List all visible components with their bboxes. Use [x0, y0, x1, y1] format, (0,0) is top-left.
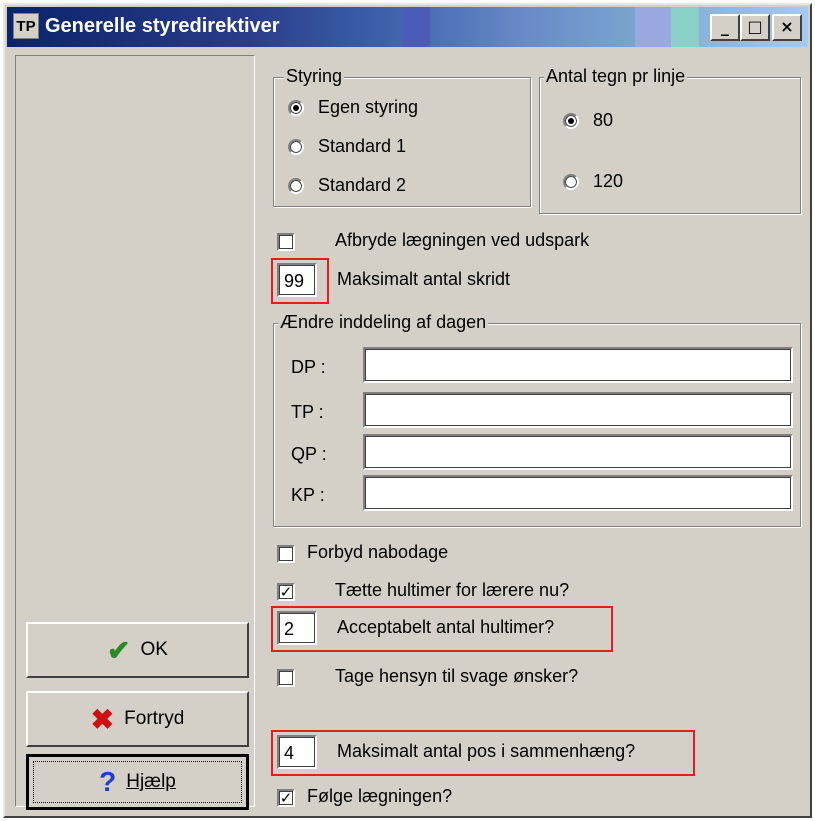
maximize-button[interactable]: □: [740, 14, 770, 41]
radio-label: Standard 1: [318, 136, 407, 156]
inddeling-legend: Ændre inddeling af dagen: [278, 312, 489, 333]
cross-icon: ✖: [90, 703, 115, 735]
app-icon: TP: [13, 13, 39, 39]
radio-icon: [288, 177, 304, 194]
dp-field[interactable]: [363, 347, 793, 383]
qp-field[interactable]: [363, 434, 793, 470]
question-icon: ?: [99, 766, 117, 797]
dialog-window: TP Generelle styredirektiver _ □ × ✔ OK …: [3, 3, 812, 818]
maks-pos-label: Maksimalt antal pos i sammenhæng?: [337, 741, 636, 761]
minimize-button[interactable]: _: [710, 14, 740, 41]
radio-label: Egen styring: [318, 97, 419, 117]
radio-egen-styring[interactable]: Egen styring: [288, 97, 418, 118]
maks-skridt-label: Maksimalt antal skridt: [337, 269, 511, 289]
antal-tegn-legend: Antal tegn pr linje: [544, 66, 688, 87]
window-title: Generelle styredirektiver: [45, 15, 280, 37]
radio-icon: [563, 173, 579, 190]
help-label: Hjælp: [126, 771, 176, 792]
afbryde-checkbox[interactable]: [277, 233, 295, 251]
radio-icon: [288, 99, 304, 116]
cancel-button[interactable]: ✖ Fortryd: [26, 691, 249, 747]
dp-label: DP :: [291, 357, 326, 377]
kp-label: KP :: [291, 485, 325, 505]
tp-label: TP :: [291, 402, 324, 422]
antal-tegn-group: Antal tegn pr linje: [539, 66, 801, 214]
radio-80[interactable]: 80: [563, 110, 613, 131]
ok-button[interactable]: ✔ OK: [26, 622, 249, 678]
tage-hensyn-label: Tage hensyn til svage ønsker?: [335, 666, 579, 686]
radio-icon: [563, 112, 579, 129]
kp-field[interactable]: [363, 475, 793, 511]
afbryde-label: Afbryde lægningen ved udspark: [335, 230, 590, 250]
ok-label: OK: [140, 639, 168, 660]
help-button[interactable]: ? Hjælp: [26, 754, 249, 810]
acceptabelt-input[interactable]: 2: [277, 611, 317, 645]
checkmark-icon: ✔: [107, 634, 131, 666]
radio-120[interactable]: 120: [563, 171, 623, 192]
radio-label: Standard 2: [318, 175, 407, 195]
forbyd-label: Forbyd nabodage: [307, 542, 449, 562]
radio-icon: [288, 138, 304, 155]
acceptabelt-label: Acceptabelt antal hultimer?: [337, 617, 555, 637]
tp-field[interactable]: [363, 392, 793, 428]
maks-skridt-input[interactable]: 99: [277, 263, 317, 297]
title-bar[interactable]: TP Generelle styredirektiver _ □ ×: [7, 7, 808, 47]
folge-label: Følge lægningen?: [307, 786, 453, 806]
maks-pos-input[interactable]: 4: [277, 735, 317, 769]
styring-legend: Styring: [284, 66, 345, 87]
tage-hensyn-checkbox[interactable]: [277, 669, 295, 687]
radio-standard-2[interactable]: Standard 2: [288, 175, 406, 196]
radio-standard-1[interactable]: Standard 1: [288, 136, 406, 157]
taette-label: Tætte hultimer for lærere nu?: [335, 580, 570, 600]
radio-label: 80: [593, 110, 614, 130]
radio-label: 120: [593, 171, 624, 191]
qp-label: QP :: [291, 444, 327, 464]
folge-checkbox[interactable]: ✓: [277, 789, 295, 807]
close-button[interactable]: ×: [772, 14, 802, 41]
forbyd-checkbox[interactable]: [277, 545, 295, 563]
cancel-label: Fortryd: [124, 708, 185, 729]
taette-checkbox[interactable]: ✓: [277, 583, 295, 601]
